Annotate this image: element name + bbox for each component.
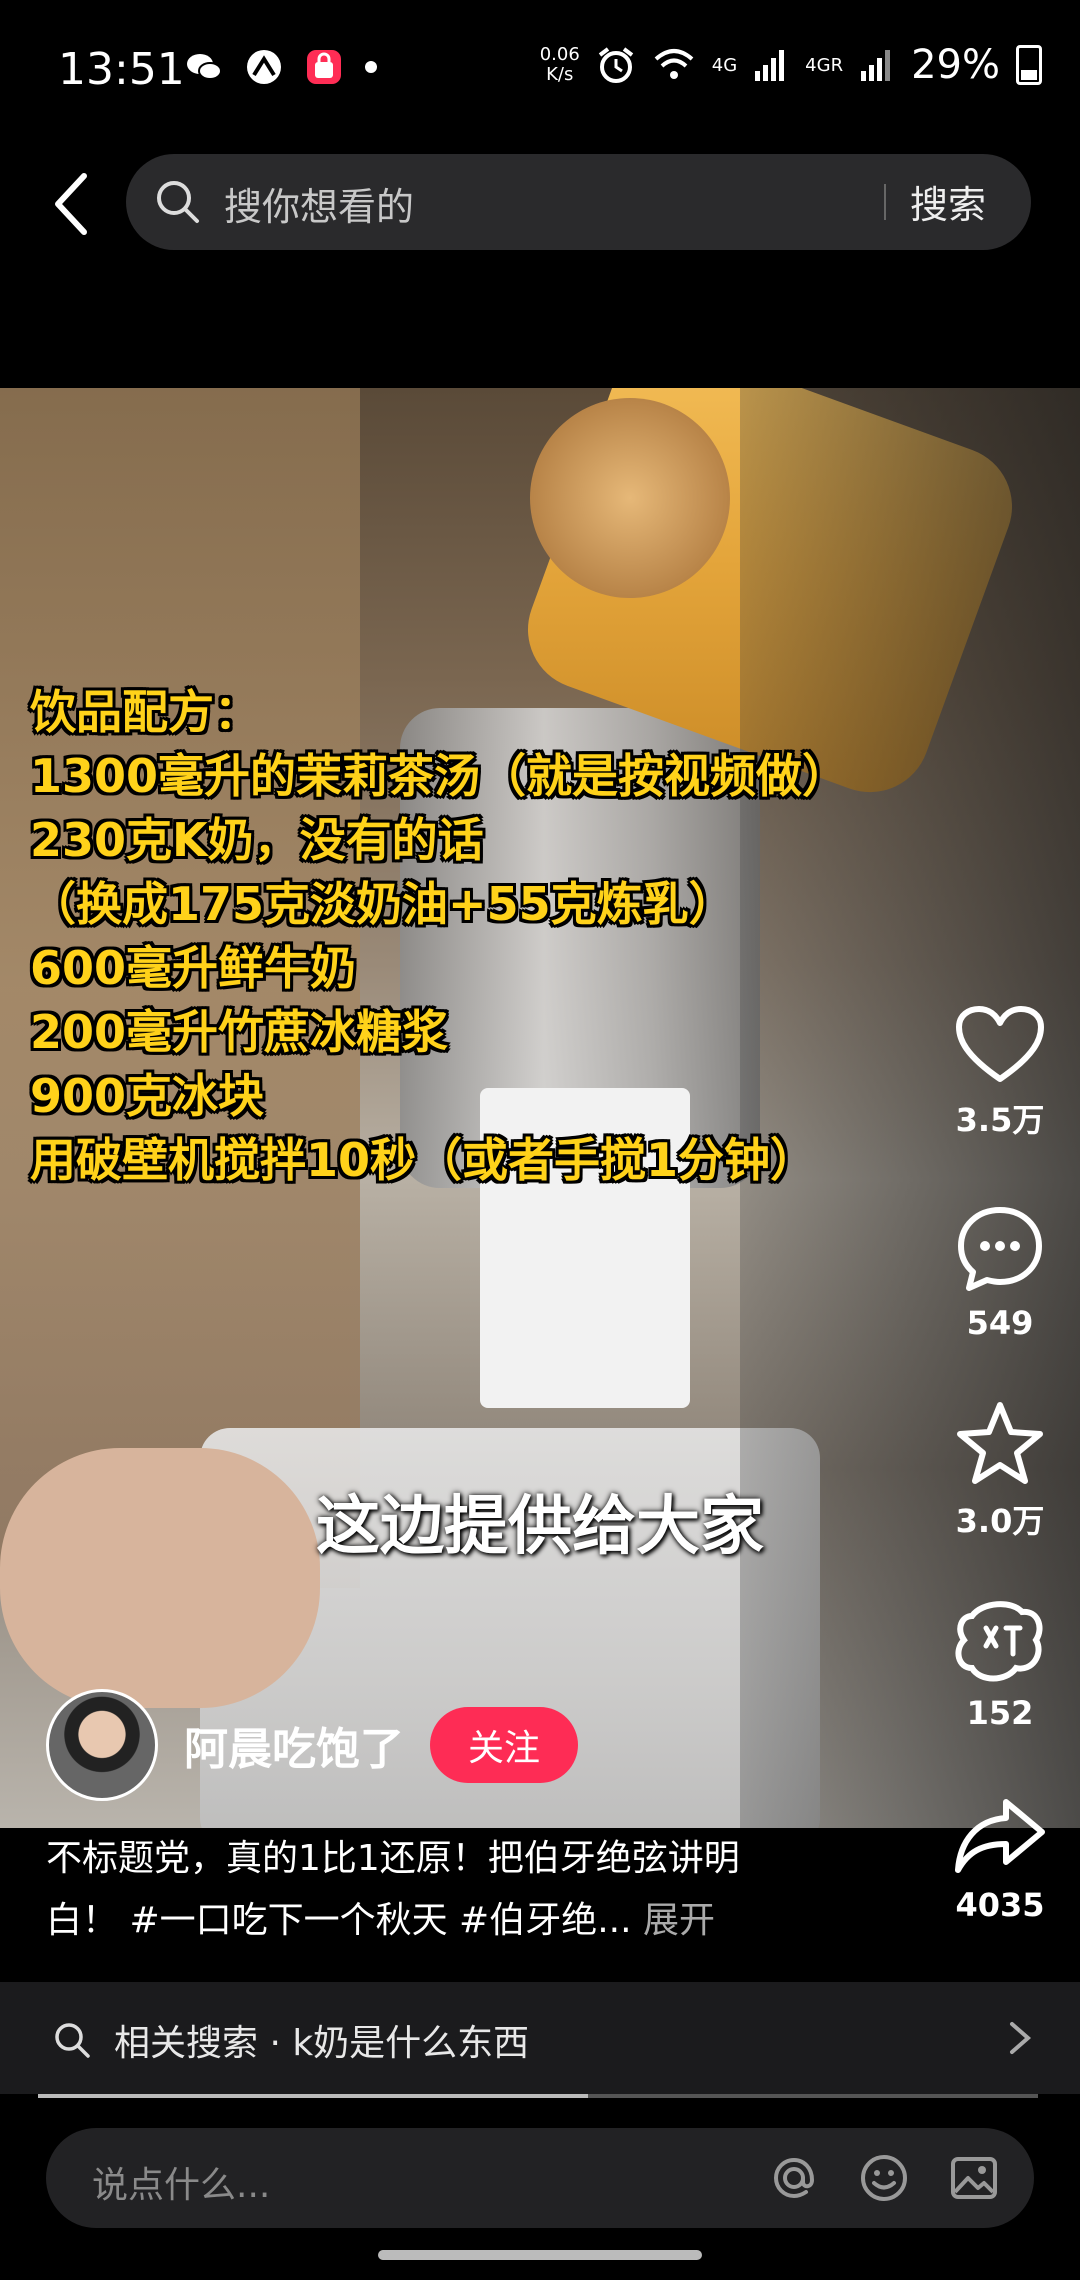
at-mention-icon[interactable] <box>768 2152 820 2204</box>
share-together-count: 152 <box>966 1694 1034 1732</box>
top-bar: 搜你想看的 搜索 <box>0 150 1080 255</box>
wifi-icon <box>654 49 694 79</box>
recipe-line: 饮品配方： <box>30 685 260 739</box>
follow-button[interactable]: 关注 <box>430 1707 578 1783</box>
home-indicator[interactable] <box>378 2250 702 2260</box>
forward-count: 4035 <box>955 1886 1045 1924</box>
video-caption[interactable]: 不标题党，真的1比1还原！把伯牙绝弦讲明 白！ #一口吃下一个秋天 #伯牙绝..… <box>46 1828 866 1952</box>
signal1-icon <box>755 50 785 81</box>
shopping-bag-icon <box>305 48 343 86</box>
action-column: 3.5万 549 3.0万 152 4035 <box>920 0 1080 2280</box>
dot-icon <box>365 61 377 73</box>
image-icon[interactable] <box>948 2152 1000 2204</box>
app-icon <box>245 48 283 86</box>
emoji-icon[interactable] <box>858 2152 910 2204</box>
star-icon <box>957 1402 1043 1484</box>
expand-button[interactable]: 展开 <box>643 1900 715 1941</box>
favorite-button[interactable]: 3.0万 <box>920 1400 1080 1542</box>
net1-label: 4G <box>711 54 738 76</box>
status-bar: 13:51 0.06 K/s 4G 4GR 29% <box>0 0 1080 140</box>
recipe-line: 900克冰块 <box>30 1069 265 1123</box>
comment-button[interactable]: 549 <box>920 1204 1080 1342</box>
recipe-line: 200毫升竹蔗冰糖浆 <box>30 1005 449 1059</box>
author-name[interactable]: 阿晨吃饱了 <box>184 1713 404 1777</box>
author-row: 阿晨吃饱了 关注 <box>46 1689 578 1801</box>
recipe-line: 230克K奶，没有的话 <box>30 813 484 867</box>
comment-placeholder: 说点什么... <box>92 2165 271 2206</box>
video-subtitle: 这边提供给大家 <box>316 1490 764 1564</box>
search-icon <box>55 2023 90 2058</box>
net2-label: 4GR <box>805 54 844 76</box>
share-together-icon <box>955 1601 1043 1682</box>
forward-arrow-icon <box>955 1799 1045 1873</box>
avatar[interactable] <box>46 1689 158 1801</box>
like-count: 3.5万 <box>955 1101 1045 1139</box>
recipe-line: 600毫升鲜牛奶 <box>30 941 357 995</box>
video-progress-bar[interactable] <box>38 2094 1038 2098</box>
back-button[interactable] <box>46 164 116 244</box>
search-divider <box>884 184 886 220</box>
chevron-right-icon <box>1010 2022 1032 2054</box>
signal2-icon <box>861 50 891 81</box>
recipe-line: （换成175克淡奶油+55克炼乳） <box>30 877 735 931</box>
comment-icon <box>958 1207 1042 1291</box>
like-button[interactable]: 3.5万 <box>920 1005 1080 1141</box>
wechat-icon <box>185 48 223 86</box>
share-together-button[interactable]: 152 <box>920 1598 1080 1732</box>
favorite-count: 3.0万 <box>955 1502 1045 1540</box>
search-placeholder: 搜你想看的 <box>224 185 415 229</box>
caption-line-2: 白！ #一口吃下一个秋天 #伯牙绝... <box>46 1900 632 1941</box>
search-input[interactable]: 搜你想看的 搜索 <box>126 154 1031 250</box>
search-icon <box>157 181 199 223</box>
back-arrow-icon <box>55 173 87 235</box>
comment-count: 549 <box>966 1304 1034 1342</box>
notification-icons <box>185 48 377 86</box>
alarm-icon <box>598 47 633 83</box>
recipe-overlay: 饮品配方： 1300毫升的茉莉茶汤（就是按视频做） 230克K奶，没有的话 （换… <box>30 680 848 1192</box>
heart-icon <box>956 1006 1044 1082</box>
caption-line-1: 不标题党，真的1比1还原！把伯牙绝弦讲明 <box>46 1838 740 1879</box>
network-speed: 0.06 K/s <box>539 44 580 85</box>
related-search-bar[interactable]: 相关搜索 · k奶是什么东西 <box>0 1982 1080 2094</box>
video-bg-lid <box>530 398 730 598</box>
forward-button[interactable]: 4035 <box>920 1796 1080 1924</box>
status-time: 13:51 <box>58 44 185 95</box>
recipe-line: 用破壁机搅拌10秒（或者手搅1分钟） <box>30 1133 817 1187</box>
recipe-line: 1300毫升的茉莉茶汤（就是按视频做） <box>30 749 849 803</box>
video-progress-fill <box>38 2094 588 2098</box>
comment-input[interactable]: 说点什么... <box>46 2128 1034 2228</box>
related-search-text: 相关搜索 · k奶是什么东西 <box>114 2023 530 2064</box>
